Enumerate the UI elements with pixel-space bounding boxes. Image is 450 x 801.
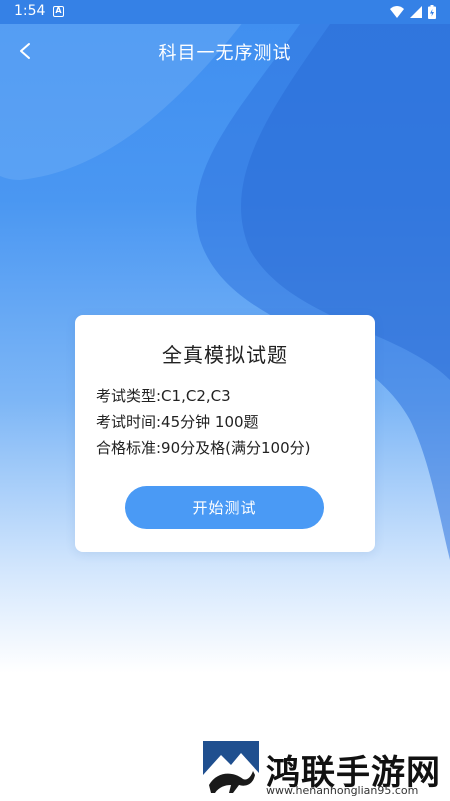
a-icon: A	[53, 6, 64, 17]
exam-time-text: 考试时间:45分钟 100题	[96, 413, 259, 431]
exam-info-card: 全真模拟试题 考试类型:C1,C2,C3 考试时间:45分钟 100题 合格标准…	[75, 315, 375, 552]
app-header: 科目一无序测试	[0, 24, 450, 80]
watermark-logo-icon	[203, 741, 259, 797]
card-title: 全真模拟试题	[162, 343, 288, 367]
status-bar: 1:54 A	[0, 0, 450, 24]
status-icons	[390, 5, 436, 19]
status-time: 1:54	[14, 3, 46, 19]
start-test-button[interactable]: 开始测试	[125, 486, 324, 529]
wifi-icon	[390, 6, 404, 18]
watermark: 鸿联手游网 www.henanhonglian95.com	[203, 741, 450, 801]
battery-icon	[428, 5, 436, 19]
watermark-url: www.henanhonglian95.com	[266, 784, 419, 797]
page-title: 科目一无序测试	[158, 43, 292, 64]
exam-type-text: 考试类型:C1,C2,C3	[96, 387, 231, 405]
signal-icon	[410, 6, 422, 18]
pass-standard-text: 合格标准:90分及格(满分100分)	[96, 439, 311, 457]
